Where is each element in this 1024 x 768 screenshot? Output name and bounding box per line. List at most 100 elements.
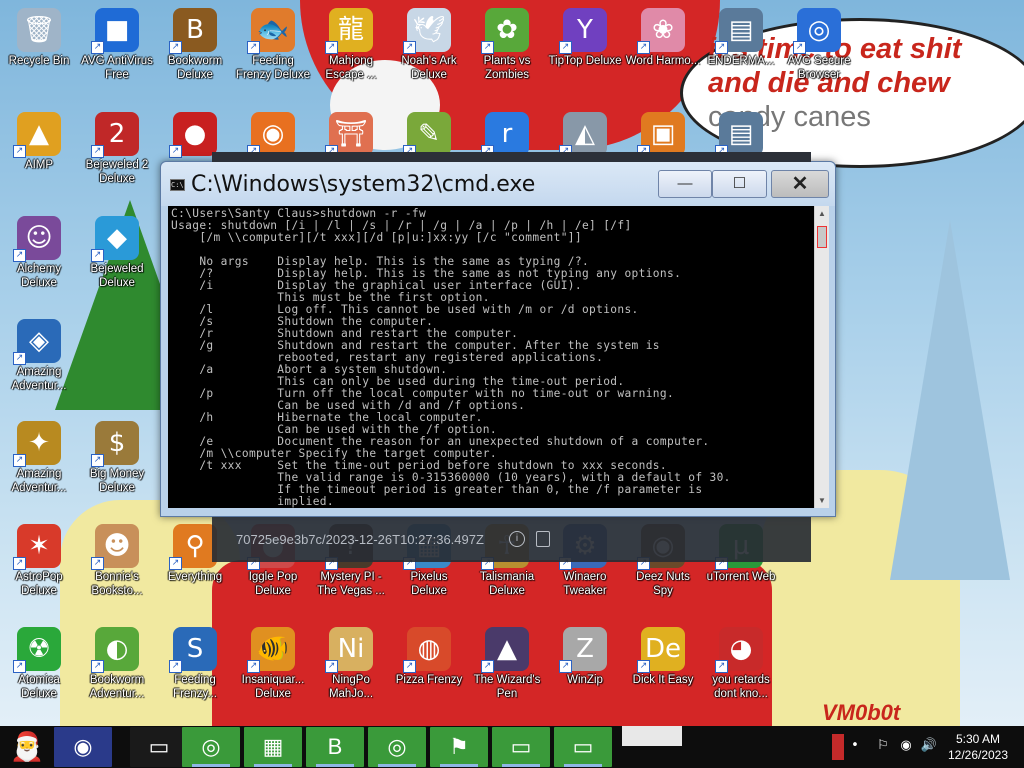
desktop-icon[interactable]: ▲ ↗ The Wizard's Pen (468, 621, 546, 701)
desktop-icon[interactable]: S ↗ Feeding Frenzy... (156, 621, 234, 701)
shortcut-arrow-icon: ↗ (559, 41, 572, 54)
tray-volume-icon[interactable]: 🔊 (920, 736, 938, 756)
desktop-icon-label: Bejeweled 2 Deluxe (85, 159, 149, 185)
close-button[interactable]: ✕ (771, 170, 829, 198)
desktop-icon[interactable]: Ni ↗ NingPo MahJo... (312, 621, 390, 701)
desktop-icon[interactable]: ☻ ↗ Bonnie's Booksto... (78, 518, 156, 598)
windows-flag-icon[interactable]: ⚑ (430, 727, 488, 767)
desktop-icon[interactable]: ❀ ↗ Word Harmo... (624, 2, 702, 68)
chrome-icon[interactable]: ◎ (182, 727, 240, 767)
bookworm-taskbar-icon[interactable]: B (306, 727, 364, 767)
shortcut-arrow-icon: ↗ (637, 41, 650, 54)
bookworm-adventures-icon: ◐ ↗ (91, 627, 139, 673)
desktop-icon-label: NingPo MahJo... (328, 674, 374, 700)
shortcut-arrow-icon: ↗ (325, 41, 338, 54)
desktop-icon[interactable]: 🗑 Recycle Bin (0, 2, 78, 68)
desktop-icon-label: TipTop Deluxe (548, 55, 622, 67)
bejeweled-icon: ◆ ↗ (91, 216, 139, 262)
desktop-icon[interactable]: 龍 ↗ Mahjong Escape ... (312, 2, 390, 82)
desktop-icon[interactable]: ✿ ↗ Plants vs Zombies (468, 2, 546, 82)
desktop-icon[interactable]: B ↗ Bookworm Deluxe (156, 2, 234, 82)
desktop-icon-label: Noah's Ark Deluxe (401, 55, 457, 81)
desktop-icon-label: WinZip (567, 674, 603, 686)
desktop-icon[interactable]: ◆ ↗ Bejeweled Deluxe (78, 210, 156, 290)
scroll-down-arrow-icon[interactable]: ▼ (815, 493, 829, 508)
desktop-icon[interactable]: ◉ ↗ (234, 106, 312, 158)
computer-icon[interactable]: ▭ (492, 727, 550, 767)
desktop-icon[interactable]: Z ↗ WinZip (546, 621, 624, 687)
desktop-icon-label: Atomica Deluxe (18, 674, 60, 700)
taskbar-blank-slot (622, 726, 682, 746)
desktop-icon[interactable]: ▤ ↗ ENDERMA... (702, 2, 780, 68)
desktop-icon[interactable]: ● ↗ (156, 106, 234, 158)
santa-start-icon[interactable]: 🎅 (4, 727, 50, 767)
desktop-icon-label: Deez Nuts Spy (636, 571, 690, 597)
wallpaper-snowy-tree (890, 220, 1010, 580)
desktop-icon[interactable]: ☢ ↗ Atomica Deluxe (0, 621, 78, 701)
desktop-icon[interactable]: 🕊 ↗ Noah's Ark Deluxe (390, 2, 468, 82)
shortcut-arrow-icon: ↗ (91, 660, 104, 673)
desktop-icon[interactable]: ■ ↗ AVG AntiVirus Free (78, 2, 156, 82)
desktop-icon[interactable]: ◈ ↗ Amazing Adventur... (0, 313, 78, 393)
desktop-icon[interactable]: ◐ ↗ Bookworm Adventur... (78, 621, 156, 701)
taskbar: 🎅 ◉ ▭ ◎ ▦ B ◎ ⚑ ▭ ▭ • ⚐ ◉ 🔊 5:30 AM 12/26/2023 (0, 726, 1024, 768)
shortcut-arrow-icon: ↗ (169, 41, 182, 54)
taskbar-clock[interactable]: 5:30 AM 12/26/2023 (940, 731, 1016, 763)
desktop-icon[interactable]: ▤ ↗ (702, 106, 780, 158)
control-panel-icon[interactable]: ▦ (244, 727, 302, 767)
cmd-taskbar-icon[interactable]: ▭ (554, 727, 612, 767)
desktop-icon[interactable]: $ ↗ Big Money Deluxe (78, 415, 156, 495)
scroll-up-arrow-icon[interactable]: ▲ (815, 206, 829, 221)
minimize-button[interactable]: — (658, 170, 712, 198)
wallpaper-signature: VM0b0t (822, 700, 901, 725)
cmd-console[interactable]: C:\Users\Santy Claus>shutdown -r -fw Usa… (168, 206, 814, 508)
desktop-icon-label: Mahjong Escape ... (325, 55, 377, 81)
shortcut-arrow-icon: ↗ (481, 660, 494, 673)
desktop-icon[interactable]: ▲ ↗ AIMP (0, 106, 78, 172)
desktop-icon[interactable]: 🐟 ↗ Feeding Frenzy Deluxe (234, 2, 312, 82)
desktop-icon[interactable]: ◍ ↗ Pizza Frenzy (390, 621, 468, 687)
desktop-icon-label: Iggle Pop Deluxe (248, 571, 298, 597)
desktop-icon-label: AstroPop Deluxe (15, 571, 63, 597)
tray-dot-icon[interactable]: • (846, 736, 864, 756)
file-explorer-icon[interactable]: ▭ (130, 727, 188, 767)
plants-vs-zombies-icon: ✿ ↗ (481, 8, 529, 54)
cmd-titlebar[interactable]: C:\ C:\Windows\system32\cmd.exe — ☐ ✕ (161, 162, 835, 206)
cmd-scrollbar[interactable]: ▲ ▼ (814, 206, 829, 508)
desktop-icon[interactable]: ✶ ↗ AstroPop Deluxe (0, 518, 78, 598)
desktop-icon-label: uTorrent Web (706, 571, 776, 583)
info-icon[interactable]: i (509, 531, 525, 547)
desktop-icon[interactable]: ◎ ↗ AVG Secure Browser (780, 2, 858, 82)
tray-flag-icon[interactable]: ⚐ (874, 736, 892, 756)
desktop-icon[interactable]: Y ↗ TipTop Deluxe (546, 2, 624, 68)
winzip-icon: Z ↗ (559, 627, 607, 673)
desktop-icon[interactable]: ◕ ↗ you retards dont kno... (702, 621, 780, 701)
shortcut-arrow-icon: ↗ (169, 660, 182, 673)
shortcut-arrow-icon: ↗ (169, 145, 182, 158)
avg-browser-taskbar-icon[interactable]: ◎ (368, 727, 426, 767)
tray-firefox-icon[interactable]: ◉ (897, 736, 915, 756)
alchemy-icon: ☺ ↗ (13, 216, 61, 262)
shortcut-arrow-icon: ↗ (13, 454, 26, 467)
desktop-icon[interactable]: ✎ ↗ (390, 106, 468, 158)
scroll-thumb[interactable] (817, 226, 827, 248)
shortcut-arrow-icon: ↗ (247, 660, 260, 673)
cmd-output-text: C:\Users\Santy Claus>shutdown -r -fw Usa… (171, 207, 731, 508)
desktop-icon[interactable]: ☺ ↗ Alchemy Deluxe (0, 210, 78, 290)
desktop-icon[interactable]: ▣ ↗ (624, 106, 702, 158)
desktop-icon[interactable]: ⛩ ↗ (312, 106, 390, 158)
maximize-button[interactable]: ☐ (712, 170, 767, 198)
desktop-icon[interactable]: De ↗ Dick It Easy (624, 621, 702, 687)
desktop-icon[interactable]: 🐠 ↗ Insaniquar... Deluxe (234, 621, 312, 701)
copy-icon[interactable] (536, 531, 550, 547)
cmd-window[interactable]: C:\ C:\Windows\system32\cmd.exe — ☐ ✕ C:… (160, 161, 836, 517)
desktop-icon[interactable]: ✦ ↗ Amazing Adventur... (0, 415, 78, 495)
desktop-icon[interactable]: ◭ ↗ (546, 106, 624, 158)
recycle-bin-icon: 🗑 (17, 8, 61, 52)
desktop-icon-label: Talismania Deluxe (479, 571, 535, 597)
tray-red-indicator[interactable] (832, 734, 844, 760)
big-money-icon: $ ↗ (91, 421, 139, 467)
desktop-icon[interactable]: 2 ↗ Bejeweled 2 Deluxe (78, 106, 156, 186)
desktop-icon[interactable]: r ↗ (468, 106, 546, 158)
firefox-icon[interactable]: ◉ (54, 727, 112, 767)
